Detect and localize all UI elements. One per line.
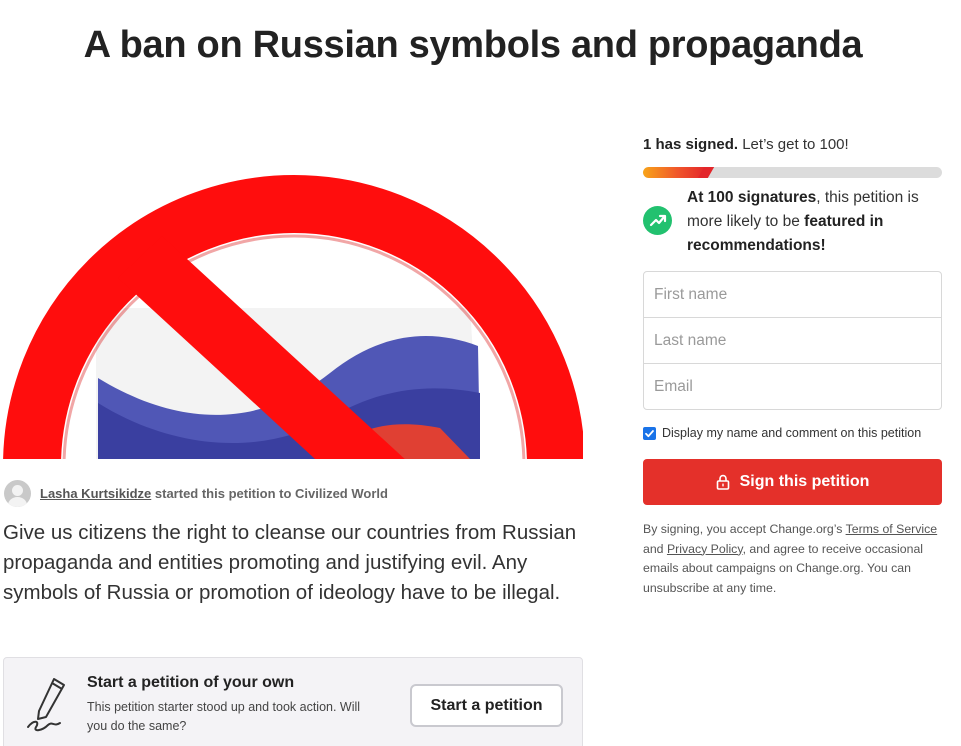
first-name-row (644, 272, 941, 318)
last-name-input[interactable] (654, 331, 941, 350)
trending-up-icon (643, 206, 672, 235)
display-name-label: Display my name and comment on this peti… (662, 426, 922, 440)
email-input[interactable] (654, 378, 941, 396)
starter-name-link[interactable]: Lasha Kurtsikidze (40, 486, 151, 501)
display-name-checkbox[interactable] (643, 426, 656, 440)
last-name-row (644, 318, 941, 364)
legal-disclaimer: By signing, you accept Change.org’s Term… (643, 520, 943, 598)
email-row (644, 364, 941, 410)
pen-signature-icon (27, 678, 65, 732)
page-title: A ban on Russian symbols and propaganda (83, 24, 863, 66)
terms-of-service-link[interactable]: Terms of Service (846, 522, 938, 536)
sign-petition-button[interactable]: Sign this petition (643, 459, 942, 505)
petition-image (0, 128, 583, 459)
legal-and: and (643, 541, 667, 556)
check-icon (645, 429, 654, 437)
start-petition-text: This petition starter stood up and took … (87, 700, 361, 733)
display-name-option: Display my name and comment on this peti… (643, 426, 921, 440)
signature-progress-bar (643, 167, 942, 178)
signature-goal-text: Let’s get to 100! (742, 136, 849, 153)
start-petition-panel: Start a petition of your own This petiti… (3, 657, 583, 746)
starter-action-text: started this petition to Civilized World (154, 485, 388, 501)
user-avatar-icon (4, 479, 31, 507)
lock-icon (716, 474, 729, 490)
start-petition-button[interactable]: Start a petition (410, 684, 563, 727)
legal-prefix: By signing, you accept Change.org’s (643, 522, 846, 536)
petition-starter: Lasha Kurtsikidze started this petition … (4, 479, 388, 507)
petition-description: Give us citizens the right to cleanse ou… (3, 521, 577, 604)
signature-count: 1 has signed. Let’s get to 100! (643, 136, 849, 153)
milestone-message: At 100 signatures, this petition is more… (687, 186, 942, 258)
signed-count-text: 1 has signed. (643, 136, 739, 153)
privacy-policy-link[interactable]: Privacy Policy (667, 542, 743, 556)
sign-form (643, 271, 942, 410)
signature-progress-fill (643, 167, 706, 178)
first-name-input[interactable] (654, 285, 941, 304)
sign-petition-label: Sign this petition (739, 473, 870, 490)
milestone-bold-1: At 100 signatures (687, 189, 817, 206)
start-petition-title: Start a petition of your own (87, 674, 295, 691)
